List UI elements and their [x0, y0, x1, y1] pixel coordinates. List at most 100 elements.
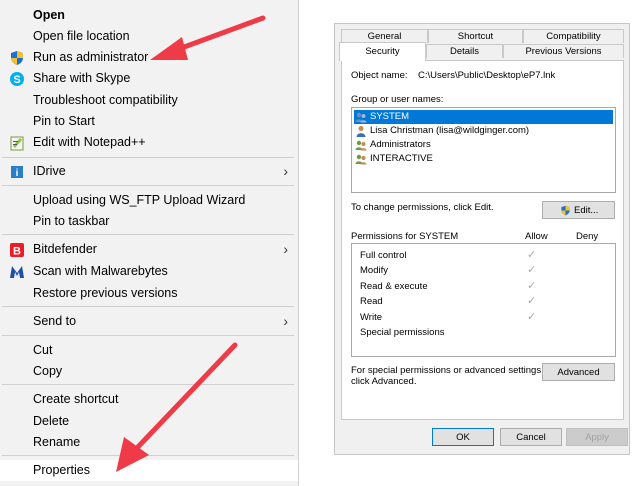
user-name: INTERACTIVE: [370, 153, 433, 164]
user-name: Lisa Christman (lisa@wildginger.com): [370, 125, 530, 136]
svg-text:B: B: [13, 246, 21, 258]
menu-item-idrive[interactable]: i IDrive ›: [0, 161, 298, 182]
chevron-right-icon: ›: [283, 313, 288, 329]
menu-item-label: Open file location: [33, 29, 130, 43]
menu-item-label: Delete: [33, 414, 70, 428]
tab-label: Previous Versions: [525, 46, 602, 57]
menu-item-upload-ws-ftp[interactable]: Upload using WS_FTP Upload Wizard: [0, 190, 298, 211]
menu-item-delete[interactable]: Delete: [0, 411, 298, 432]
tab-compatibility[interactable]: Compatibility: [523, 29, 624, 43]
menu-item-run-as-administrator[interactable]: Run as administrator: [0, 47, 298, 68]
tab-label: General: [367, 31, 402, 42]
tab-general[interactable]: General: [341, 29, 428, 43]
tab-previous-versions[interactable]: Previous Versions: [503, 44, 624, 58]
svg-text:i: i: [16, 168, 19, 179]
permission-name: Read & execute: [360, 281, 428, 292]
permissions-for-label: Permissions for SYSTEM: [351, 231, 459, 242]
menu-item-properties[interactable]: Properties: [0, 460, 298, 481]
menu-item-label: Restore previous versions: [33, 286, 178, 300]
menu-separator: [2, 185, 294, 186]
user-group-icon: [355, 154, 367, 165]
checkmark-icon: ✓: [527, 264, 537, 276]
properties-dialog: General Shortcut Compatibility Security …: [334, 23, 630, 455]
menu-item-label: Create shortcut: [33, 392, 119, 406]
menu-item-share-with-skype[interactable]: S Share with Skype: [0, 68, 298, 89]
shield-icon: [11, 51, 23, 65]
menu-item-label: Properties: [33, 463, 90, 477]
menu-item-label: Share with Skype: [33, 71, 131, 85]
checkmark-icon: ✓: [527, 249, 537, 261]
menu-item-label: Open: [33, 8, 65, 22]
user-name: SYSTEM: [370, 111, 410, 122]
menu-item-label: Bitdefender: [33, 242, 97, 256]
menu-item-edit-with-notepad-plus-plus[interactable]: Edit with Notepad++: [0, 132, 298, 153]
menu-separator: [2, 234, 294, 235]
user-group-icon: [355, 112, 367, 123]
advanced-button[interactable]: Advanced: [542, 363, 615, 381]
menu-separator: [2, 335, 294, 336]
menu-item-label: Edit with Notepad++: [33, 135, 146, 149]
permission-name: Write: [360, 312, 382, 323]
chevron-right-icon: ›: [283, 163, 288, 179]
security-panel: Object name: C:\Users\Public\Desktop\eP7…: [341, 60, 624, 420]
menu-item-label: Run as administrator: [33, 50, 149, 64]
user-name: Administrators: [370, 139, 431, 150]
checkmark-icon: ✓: [527, 280, 537, 292]
menu-item-create-shortcut[interactable]: Create shortcut: [0, 389, 298, 410]
chevron-right-icon: ›: [283, 241, 288, 257]
permission-name: Special permissions: [360, 327, 445, 338]
checkmark-icon: ✓: [527, 311, 537, 323]
menu-separator: [2, 306, 294, 307]
menu-item-label: Rename: [33, 435, 81, 449]
shield-icon: [561, 205, 570, 216]
menu-item-label: Scan with Malwarebytes: [33, 264, 168, 278]
menu-item-bitdefender[interactable]: B Bitdefender ›: [0, 239, 298, 260]
menu-item-label: Send to: [33, 314, 77, 328]
menu-item-pin-to-start[interactable]: Pin to Start: [0, 111, 298, 132]
menu-item-cut[interactable]: Cut: [0, 340, 298, 361]
object-name-label: Object name:: [351, 70, 408, 81]
tab-shortcut[interactable]: Shortcut: [428, 29, 523, 43]
change-permissions-text: To change permissions, click Edit.: [351, 202, 494, 213]
menu-item-restore-previous-versions[interactable]: Restore previous versions: [0, 283, 298, 304]
menu-item-label: Upload using WS_FTP Upload Wizard: [33, 193, 246, 207]
checkmark-icon: ✓: [527, 295, 537, 307]
ok-button[interactable]: OK: [432, 428, 494, 446]
advanced-text-line1: For special permissions or advanced sett…: [351, 365, 544, 376]
user-group-icon: [355, 140, 367, 151]
permissions-list: Full control ✓ Modify ✓ Read & execute ✓…: [351, 243, 616, 357]
tab-label: Security: [365, 46, 400, 57]
tab-label: Shortcut: [457, 31, 494, 42]
skype-icon: S: [10, 72, 24, 86]
user-icon: [356, 126, 366, 137]
menu-item-open-file-location[interactable]: Open file location: [0, 26, 298, 47]
permission-name: Read: [360, 296, 383, 307]
idrive-icon: i: [11, 166, 23, 179]
user-row-system[interactable]: SYSTEM: [354, 110, 613, 124]
cancel-button[interactable]: Cancel: [500, 428, 562, 446]
permission-name: Modify: [360, 265, 388, 276]
group-names-label: Group or user names:: [351, 94, 444, 105]
menu-item-label: IDrive: [33, 164, 66, 178]
context-menu: Open Open file location Run as administr…: [0, 0, 299, 486]
permission-name: Full control: [360, 250, 407, 261]
menu-item-open[interactable]: Open: [0, 5, 298, 26]
menu-item-scan-with-malwarebytes[interactable]: Scan with Malwarebytes: [0, 261, 298, 282]
tab-details[interactable]: Details: [426, 44, 503, 58]
user-list[interactable]: SYSTEM Lisa Christman (lisa@wildginger.c…: [351, 107, 616, 193]
tab-security[interactable]: Security: [339, 42, 426, 61]
bitdefender-icon: B: [10, 243, 24, 258]
menu-item-send-to[interactable]: Send to ›: [0, 311, 298, 332]
tab-label: Details: [449, 46, 480, 57]
menu-item-copy[interactable]: Copy: [0, 361, 298, 382]
menu-separator: [2, 455, 294, 456]
edit-button[interactable]: Edit...: [542, 201, 615, 219]
menu-separator: [2, 157, 294, 158]
menu-item-label: Troubleshoot compatibility: [33, 93, 178, 107]
menu-item-label: Copy: [33, 364, 63, 378]
menu-item-rename[interactable]: Rename: [0, 432, 298, 453]
apply-button: Apply: [566, 428, 628, 446]
malwarebytes-icon: [10, 266, 24, 278]
menu-item-pin-to-taskbar[interactable]: Pin to taskbar: [0, 211, 298, 232]
menu-item-troubleshoot-compatibility[interactable]: Troubleshoot compatibility: [0, 90, 298, 111]
